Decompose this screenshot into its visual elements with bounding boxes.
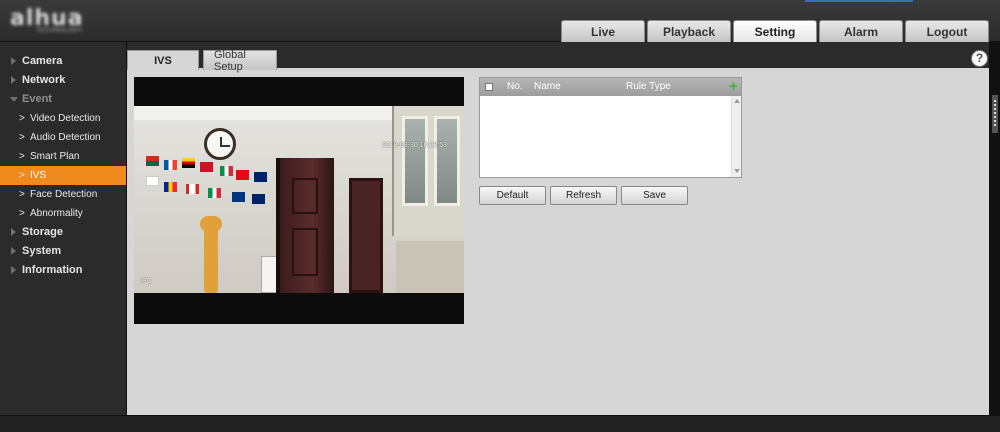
- sidebar-item-smart-plan[interactable]: > Smart Plan: [0, 147, 126, 166]
- flag-shape: [146, 156, 159, 166]
- tab-global-setup[interactable]: Global Setup: [203, 49, 277, 73]
- tab-logout[interactable]: Logout: [905, 20, 989, 42]
- sidebar-item-camera[interactable]: Camera: [0, 52, 126, 71]
- sidebar-item-abnormality[interactable]: > Abnormality: [0, 204, 126, 223]
- video-timestamp: 2018-08-30 10:23:53: [382, 142, 447, 149]
- flag-shape: [236, 170, 249, 180]
- collapsed-arrow-icon: [11, 247, 16, 255]
- sidebar-item-label: IVS: [30, 170, 47, 181]
- scrollbar-grip-icon: [994, 100, 996, 128]
- flag-shape: [200, 162, 213, 172]
- video-channel-label: IPC: [140, 278, 152, 285]
- sidebar-item-information[interactable]: Information: [0, 261, 126, 280]
- rule-table: No. Name Rule Type +: [479, 77, 742, 178]
- collapsed-arrow-icon: [11, 57, 16, 65]
- sidebar-item-label: Network: [22, 74, 66, 86]
- counter-shape: [396, 241, 464, 293]
- main-nav: Live Playback Setting Alarm Logout: [561, 20, 989, 42]
- chevron-right-icon: >: [19, 189, 25, 200]
- chevron-right-icon: >: [19, 170, 25, 181]
- sidebar-item-label: System: [22, 245, 62, 257]
- flag-shape: [220, 166, 233, 176]
- flag-shape: [164, 160, 177, 170]
- cabinet-shape: [392, 106, 464, 236]
- sidebar-item-ivs[interactable]: > IVS: [0, 166, 126, 185]
- scroll-down-icon[interactable]: [734, 169, 740, 173]
- save-button[interactable]: Save: [621, 186, 688, 205]
- sidebar-item-label: Information: [22, 264, 83, 276]
- flag-shape: [208, 188, 221, 198]
- tab-live[interactable]: Live: [561, 20, 645, 42]
- sidebar-item-label: Audio Detection: [30, 132, 101, 143]
- tab-setting[interactable]: Setting: [733, 20, 817, 42]
- refresh-button[interactable]: Refresh: [550, 186, 617, 205]
- content-tabs: IVS Global Setup: [127, 49, 277, 73]
- wall-clock-shape: [204, 128, 236, 160]
- select-all-checkbox[interactable]: [485, 83, 493, 91]
- video-preview[interactable]: 2018-08-30 10:23:53 IPC: [134, 77, 464, 324]
- help-icon[interactable]: ?: [971, 50, 988, 67]
- sidebar-item-audio-detection[interactable]: > Audio Detection: [0, 128, 126, 147]
- add-rule-icon[interactable]: +: [729, 79, 738, 94]
- flag-shape: [164, 182, 177, 192]
- column-header-rule-type: Rule Type: [626, 81, 671, 92]
- sidebar: Camera Network Event > Video Detection > A…: [0, 42, 127, 432]
- top-accent-bar: [805, 0, 913, 2]
- sidebar-item-storage[interactable]: Storage: [0, 223, 126, 242]
- giraffe-decal-shape: [204, 221, 218, 293]
- sidebar-item-system[interactable]: System: [0, 242, 126, 261]
- scroll-up-icon[interactable]: [734, 99, 740, 103]
- sidebar-item-label: Video Detection: [30, 113, 101, 124]
- column-header-no: No.: [507, 81, 523, 92]
- sidebar-item-label: Smart Plan: [30, 151, 80, 162]
- flag-shape: [254, 172, 267, 182]
- chevron-right-icon: >: [19, 151, 25, 162]
- default-button[interactable]: Default: [479, 186, 546, 205]
- header: alhua TECHNOLOGY Live Playback Setting A…: [0, 0, 1000, 42]
- sidebar-item-face-detection[interactable]: > Face Detection: [0, 185, 126, 204]
- sidebar-item-event[interactable]: Event: [0, 90, 126, 109]
- sidebar-item-label: Camera: [22, 55, 63, 67]
- chevron-right-icon: >: [19, 132, 25, 143]
- appliance-shape: [261, 256, 277, 293]
- column-header-name: Name: [534, 81, 561, 92]
- collapsed-arrow-icon: [11, 76, 16, 84]
- door-shape: [349, 178, 383, 293]
- rule-table-scrollbar[interactable]: [731, 96, 741, 177]
- sidebar-item-label: Event: [22, 93, 52, 105]
- camera-image: 2018-08-30 10:23:53 IPC: [134, 106, 464, 293]
- tab-ivs[interactable]: IVS: [127, 50, 199, 70]
- app-window: alhua TECHNOLOGY Live Playback Setting A…: [0, 0, 1000, 432]
- bottom-bar: [0, 415, 1000, 432]
- expanded-arrow-icon: [10, 97, 18, 102]
- flag-shape: [252, 194, 265, 204]
- sidebar-item-video-detection[interactable]: > Video Detection: [0, 109, 126, 128]
- tab-playback[interactable]: Playback: [647, 20, 731, 42]
- chevron-right-icon: >: [19, 208, 25, 219]
- sidebar-item-label: Storage: [22, 226, 63, 238]
- logo-subtext: TECHNOLOGY: [36, 28, 84, 34]
- flag-shape: [186, 184, 199, 194]
- sidebar-item-label: Face Detection: [30, 189, 98, 200]
- tab-alarm[interactable]: Alarm: [819, 20, 903, 42]
- chevron-right-icon: >: [19, 113, 25, 124]
- sidebar-item-label: Abnormality: [30, 208, 83, 219]
- flag-shape: [232, 192, 245, 202]
- logo: alhua TECHNOLOGY: [10, 6, 112, 34]
- sidebar-item-network[interactable]: Network: [0, 71, 126, 90]
- door-shape: [276, 158, 334, 293]
- collapsed-arrow-icon: [11, 228, 16, 236]
- collapsed-arrow-icon: [11, 266, 16, 274]
- flag-shape: [182, 158, 195, 168]
- flag-shape: [146, 176, 159, 186]
- rule-table-header: No. Name Rule Type +: [480, 78, 741, 96]
